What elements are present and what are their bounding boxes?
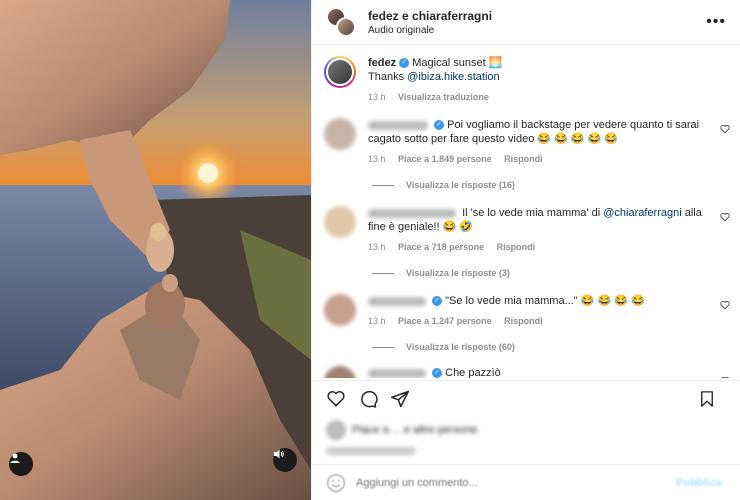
author-avatars[interactable]: [326, 7, 360, 37]
post-date: [326, 447, 416, 455]
comment-time: 13 h: [368, 316, 386, 326]
post-video[interactable]: [0, 0, 311, 500]
user-icon: [10, 453, 20, 463]
view-replies-button[interactable]: Visualizza le risposte (60): [312, 342, 740, 352]
verified-badge-icon: ✓: [432, 296, 443, 307]
comment-time: 13 h: [368, 154, 386, 164]
post-header: fedez e chiaraferragni Audio originale •…: [312, 0, 740, 45]
verified-badge-icon: ✓: [399, 58, 410, 69]
post-authors[interactable]: fedez e chiaraferragni: [368, 9, 492, 23]
comment-input[interactable]: [356, 476, 656, 489]
caption-mention-link[interactable]: @ibiza.hike.station: [407, 71, 500, 83]
blurred-username: [368, 368, 426, 378]
audio-label[interactable]: Audio originale: [368, 25, 492, 36]
caption-avatar[interactable]: [324, 56, 356, 88]
comment-avatar[interactable]: [324, 118, 356, 150]
heart-icon[interactable]: [720, 212, 730, 222]
comment-item: ✓ Che pazzìò: [312, 366, 740, 378]
comment-time: 13 h: [368, 242, 386, 252]
view-replies-button[interactable]: Visualizza le risposte (16): [312, 180, 740, 190]
sunset-emoji: 🌅: [488, 57, 503, 69]
blurred-username: [368, 296, 426, 306]
caption-text: Magical sunset: [412, 57, 486, 69]
comment-text: Il 'se lo vede mia mamma' di: [462, 207, 601, 219]
like-heart-icon[interactable]: [326, 389, 346, 409]
caption-username[interactable]: fedez: [368, 57, 396, 69]
comment-text: Che pazzìò: [445, 367, 501, 378]
emoji-icon[interactable]: [326, 473, 346, 493]
likes-text: Piace a ... e altre persone: [352, 424, 478, 436]
audio-toggle-button[interactable]: [273, 448, 297, 472]
reply-button[interactable]: Rispondi: [497, 242, 536, 252]
comment-likes[interactable]: Piace a 1.849 persone: [398, 154, 492, 164]
speaker-icon: [274, 449, 284, 459]
caption-time: 13 h: [368, 92, 386, 102]
comment-avatar[interactable]: [324, 366, 356, 378]
comment-mention-link[interactable]: @chiaraferragni: [603, 207, 681, 219]
see-translation-button[interactable]: Visualizza traduzione: [398, 92, 489, 102]
comment-text: "Se lo vede mia mamma..." 😂 😂 😂 😂: [445, 295, 645, 307]
post-actions-bar: [312, 380, 740, 416]
comment-item: ✓ Poi vogliamo il backstage per vedere q…: [312, 118, 740, 166]
reply-button[interactable]: Rispondi: [504, 316, 543, 326]
more-options-icon[interactable]: •••: [706, 13, 726, 31]
heart-icon[interactable]: [720, 376, 730, 378]
blurred-username: [368, 120, 428, 130]
comments-scroll[interactable]: fedez ✓ Magical sunset 🌅 Thanks @ibiza.h…: [312, 46, 740, 378]
comment-likes[interactable]: Piace a 718 persone: [398, 242, 484, 252]
post-details-panel: fedez e chiaraferragni Audio originale •…: [311, 0, 740, 500]
verified-badge-icon: ✓: [434, 120, 445, 131]
heart-icon[interactable]: [720, 124, 730, 134]
sunset-scene: [0, 0, 311, 500]
comment-item: ✓ "Se lo vede mia mamma..." 😂 😂 😂 😂 13 h…: [312, 294, 740, 328]
comment-item: Il 'se lo vede mia mamma' di @chiaraferr…: [312, 206, 740, 254]
blurred-username: [368, 208, 456, 218]
avatar: [336, 17, 356, 37]
add-comment-bar: Pubblica: [312, 464, 740, 500]
comment-bubble-icon[interactable]: [358, 389, 378, 409]
comment-likes[interactable]: Piace a 1.247 persone: [398, 316, 492, 326]
comment-avatar[interactable]: [324, 294, 356, 326]
share-paper-plane-icon[interactable]: [390, 389, 410, 409]
heart-icon[interactable]: [720, 300, 730, 310]
post-caption: fedez ✓ Magical sunset 🌅 Thanks @ibiza.h…: [312, 46, 740, 104]
verified-badge-icon: ✓: [432, 368, 443, 378]
publish-button[interactable]: Pubblica: [676, 477, 722, 489]
tagged-users-button[interactable]: [9, 452, 33, 476]
bookmark-icon[interactable]: [698, 390, 716, 408]
likes-summary[interactable]: Piace a ... e altre persone: [326, 420, 477, 440]
comment-avatar[interactable]: [324, 206, 356, 238]
instagram-post-window: fedez e chiaraferragni Audio originale •…: [0, 0, 740, 500]
view-replies-button[interactable]: Visualizza le risposte (3): [312, 268, 740, 278]
caption-thanks: Thanks: [368, 71, 405, 83]
avatar: [326, 420, 346, 440]
reply-button[interactable]: Rispondi: [504, 154, 543, 164]
